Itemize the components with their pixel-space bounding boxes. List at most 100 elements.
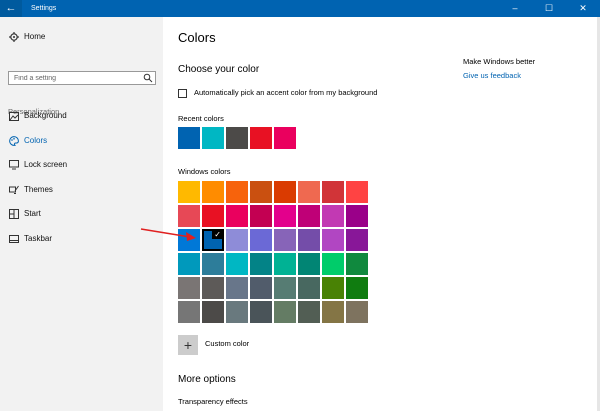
monitor-icon [8, 159, 20, 171]
color-swatch[interactable] [298, 205, 320, 227]
more-options-heading: More options [178, 374, 236, 385]
color-swatch[interactable] [298, 253, 320, 275]
add-custom-color-button[interactable]: + [178, 335, 198, 355]
sidebar-item-label: Start [24, 209, 41, 218]
color-swatch[interactable] [274, 301, 296, 323]
sidebar-item-background[interactable]: Background [0, 105, 163, 127]
feedback-link[interactable]: Give us feedback [463, 71, 521, 80]
color-swatch[interactable] [346, 181, 368, 203]
color-swatch[interactable] [274, 253, 296, 275]
check-icon: ✓ [214, 230, 221, 239]
color-swatch[interactable] [346, 205, 368, 227]
color-swatch[interactable] [202, 301, 224, 323]
color-swatch[interactable] [322, 229, 344, 251]
auto-pick-label[interactable]: Automatically pick an accent color from … [194, 88, 377, 97]
make-windows-better-label: Make Windows better [463, 57, 536, 66]
recent-color-swatch[interactable] [226, 127, 248, 149]
choose-color-heading: Choose your color [178, 64, 260, 75]
search-box[interactable] [8, 71, 156, 85]
color-swatch-selected[interactable]: ✓ [202, 229, 224, 251]
color-swatch[interactable] [322, 277, 344, 299]
transparency-label: Transparency effects [178, 397, 248, 406]
sidebar-item-colors[interactable]: Colors [0, 130, 163, 152]
color-swatch[interactable] [274, 277, 296, 299]
color-swatch[interactable] [178, 181, 200, 203]
main-content: Colors Choose your color Automatically p… [163, 17, 600, 411]
sidebar-item-label: Lock screen [24, 160, 68, 169]
color-swatch[interactable] [298, 229, 320, 251]
color-swatch[interactable] [226, 277, 248, 299]
start-icon [8, 208, 20, 220]
gear-icon [8, 31, 20, 43]
color-swatch[interactable] [346, 253, 368, 275]
sidebar-item-home[interactable]: Home [0, 26, 163, 48]
color-swatch[interactable] [250, 181, 272, 203]
color-swatch[interactable] [202, 181, 224, 203]
minimize-button[interactable]: – [498, 0, 532, 17]
taskbar-icon [8, 233, 20, 245]
color-swatch[interactable] [274, 229, 296, 251]
title-bar: ← Settings – ☐ ✕ [0, 0, 600, 17]
color-swatch[interactable] [226, 181, 248, 203]
color-swatch[interactable] [226, 253, 248, 275]
color-swatch[interactable] [250, 277, 272, 299]
close-button[interactable]: ✕ [566, 0, 600, 17]
color-swatch[interactable] [322, 301, 344, 323]
recent-color-swatch[interactable] [274, 127, 296, 149]
recent-color-swatch[interactable] [202, 127, 224, 149]
sidebar-item-label: Background [24, 111, 67, 120]
color-swatch[interactable] [250, 205, 272, 227]
color-swatch[interactable] [202, 253, 224, 275]
color-swatch[interactable] [346, 301, 368, 323]
search-input[interactable] [9, 72, 144, 84]
recent-color-swatch[interactable] [178, 127, 200, 149]
color-swatch[interactable] [322, 253, 344, 275]
color-swatch[interactable] [178, 277, 200, 299]
auto-pick-checkbox[interactable] [178, 89, 187, 98]
color-swatch[interactable] [226, 229, 248, 251]
color-swatch[interactable] [226, 205, 248, 227]
brush-icon [8, 184, 20, 196]
sidebar-item-themes[interactable]: Themes [0, 179, 163, 201]
windows-colors-label: Windows colors [178, 167, 231, 176]
recent-color-swatch[interactable] [250, 127, 272, 149]
sidebar-item-taskbar[interactable]: Taskbar [0, 228, 163, 250]
color-swatch[interactable] [202, 205, 224, 227]
color-swatch[interactable] [298, 181, 320, 203]
custom-color-label[interactable]: Custom color [205, 339, 249, 348]
maximize-button[interactable]: ☐ [532, 0, 566, 17]
color-swatch[interactable] [322, 205, 344, 227]
color-swatch[interactable] [298, 301, 320, 323]
search-icon[interactable] [143, 73, 153, 83]
color-swatch[interactable] [346, 229, 368, 251]
color-swatch[interactable] [250, 229, 272, 251]
color-swatch[interactable] [202, 277, 224, 299]
sidebar-item-label: Colors [24, 136, 48, 145]
sidebar-item-start[interactable]: Start [0, 203, 163, 225]
color-swatch[interactable] [274, 205, 296, 227]
sidebar-item-label: Themes [24, 185, 53, 194]
window-title: Settings [31, 5, 57, 12]
recent-colors [178, 127, 296, 149]
image-icon [8, 110, 20, 122]
color-swatch[interactable] [178, 301, 200, 323]
sidebar-item-lock-screen[interactable]: Lock screen [0, 154, 163, 176]
color-swatch[interactable] [346, 277, 368, 299]
color-swatch[interactable] [250, 301, 272, 323]
recent-colors-label: Recent colors [178, 114, 224, 123]
sidebar-item-label: Taskbar [24, 234, 53, 243]
color-swatch[interactable] [298, 277, 320, 299]
color-swatch[interactable] [274, 181, 296, 203]
color-swatch[interactable] [250, 253, 272, 275]
annotation-arrow-icon [140, 228, 196, 241]
palette-icon [8, 135, 20, 147]
windows-color-grid: ✓ [178, 181, 368, 323]
back-button[interactable]: ← [0, 0, 22, 17]
color-swatch[interactable] [226, 301, 248, 323]
sidebar-item-label: Home [24, 32, 46, 41]
page-title: Colors [178, 30, 216, 45]
color-swatch[interactable] [178, 253, 200, 275]
color-swatch[interactable] [178, 205, 200, 227]
sidebar: Home Personalization Background Colors L… [0, 17, 163, 411]
color-swatch[interactable] [322, 181, 344, 203]
